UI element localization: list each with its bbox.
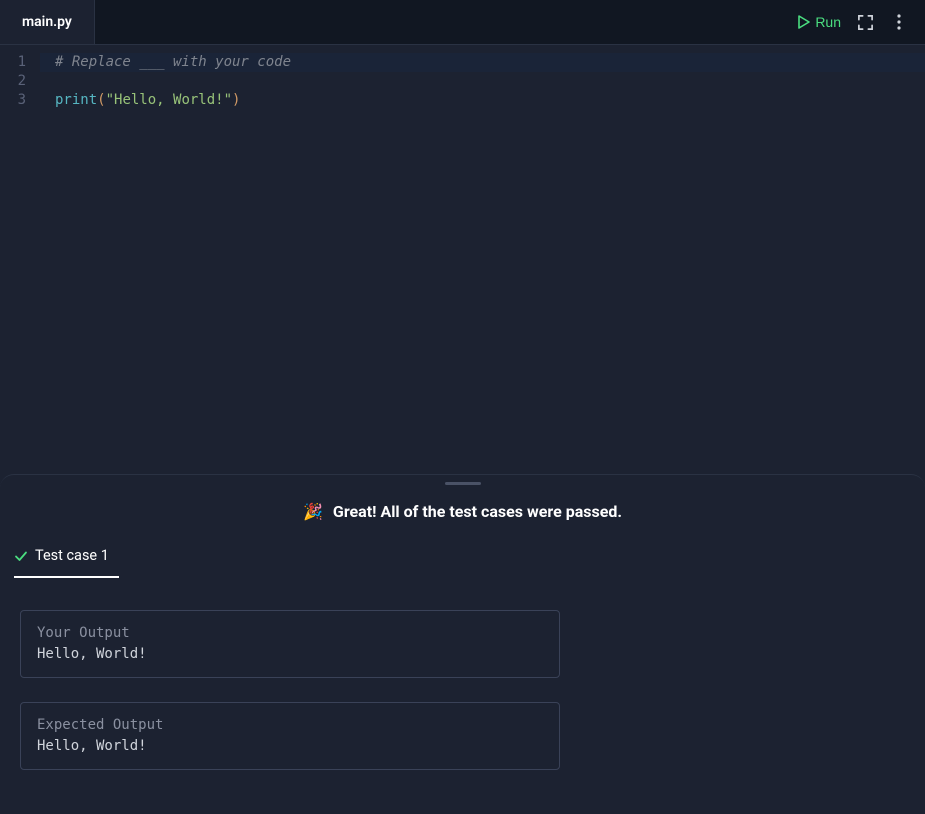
token-paren: ) <box>232 92 240 108</box>
header-actions: Run <box>798 12 925 32</box>
file-tab-main[interactable]: main.py <box>0 0 95 44</box>
expected-output-value: Hello, World! <box>37 736 543 757</box>
banner-text: Great! All of the test cases were passed… <box>333 502 622 521</box>
file-tab-label: main.py <box>22 14 72 30</box>
fullscreen-icon <box>857 14 874 31</box>
expected-output-label: Expected Output <box>37 715 543 736</box>
play-icon <box>798 15 810 29</box>
expected-output-box: Expected Output Hello, World! <box>20 702 560 770</box>
line-number: 3 <box>0 91 26 110</box>
run-label: Run <box>815 14 841 30</box>
line-number: 2 <box>0 72 26 91</box>
your-output-label: Your Output <box>37 623 543 644</box>
code-editor[interactable]: 1 2 3 # Replace ___ with your code print… <box>0 45 925 474</box>
tab-test-case-1[interactable]: Test case 1 <box>14 539 119 578</box>
line-gutter: 1 2 3 <box>0 53 40 474</box>
editor-panel: main.py Run <box>0 0 925 474</box>
more-menu-button[interactable] <box>889 12 909 32</box>
more-vertical-icon <box>897 14 901 30</box>
output-panel: 🎉 Great! All of the test cases were pass… <box>0 492 925 814</box>
run-button[interactable]: Run <box>798 14 841 30</box>
token-func: print <box>55 92 97 108</box>
test-tab-label: Test case 1 <box>35 547 109 564</box>
test-content: Your Output Hello, World! Expected Outpu… <box>0 578 925 790</box>
check-icon <box>14 549 28 563</box>
success-banner: 🎉 Great! All of the test cases were pass… <box>0 492 925 539</box>
fullscreen-button[interactable] <box>855 12 875 32</box>
editor-header: main.py Run <box>0 0 925 45</box>
your-output-value: Hello, World! <box>37 644 543 665</box>
code-content: # Replace ___ with your code print("Hell… <box>40 53 925 474</box>
your-output-box: Your Output Hello, World! <box>20 610 560 678</box>
code-line[interactable] <box>40 72 925 91</box>
token-paren: ( <box>97 92 105 108</box>
grip-icon <box>445 482 481 485</box>
token-comment: # Replace ___ with your code <box>55 54 291 70</box>
line-number: 1 <box>0 53 26 72</box>
panel-resize-handle[interactable] <box>0 474 925 492</box>
test-tabs: Test case 1 <box>0 539 925 578</box>
token-string: "Hello, World!" <box>106 92 232 108</box>
code-line[interactable]: print("Hello, World!") <box>40 91 925 110</box>
party-icon: 🎉 <box>303 502 323 521</box>
code-line[interactable]: # Replace ___ with your code <box>40 53 925 72</box>
tab-area: main.py <box>0 0 95 44</box>
